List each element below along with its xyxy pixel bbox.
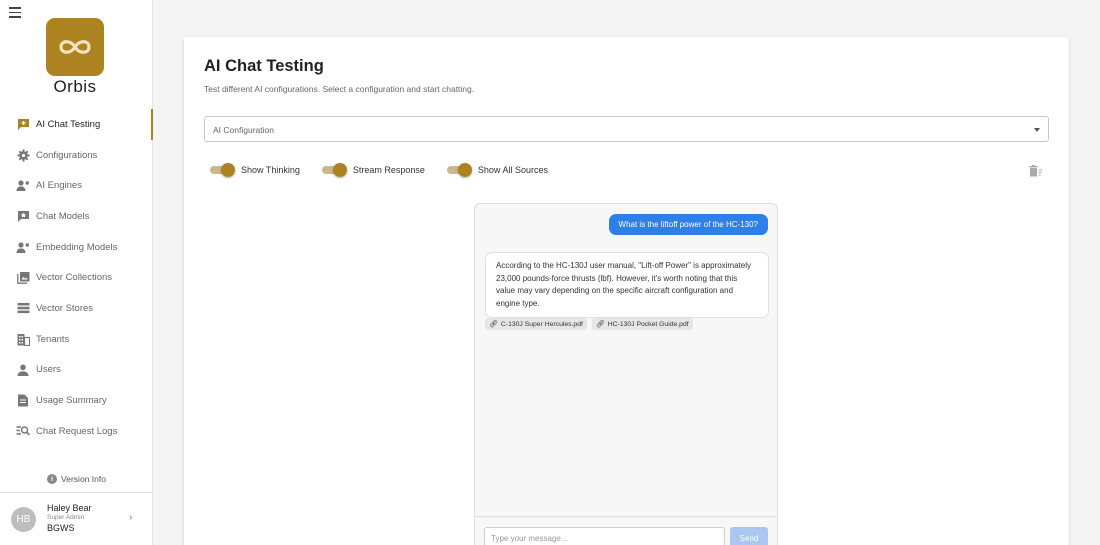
user-gear-icon [16, 240, 30, 254]
link-icon: 🔗︎ [489, 321, 498, 328]
show-thinking-toggle[interactable]: Show Thinking [210, 163, 300, 177]
user-org: BGWS [47, 523, 75, 533]
avatar: HB [11, 507, 36, 532]
sidebar-item-users[interactable]: Users [0, 355, 153, 386]
logo-name: Orbis [53, 77, 97, 96]
page-subtitle: Test different AI configurations. Select… [204, 84, 475, 94]
sidebar-item-label: Embedding Models [36, 241, 118, 253]
clear-chat-icon[interactable] [1029, 164, 1043, 177]
ai-configuration-select[interactable]: AI Configuration [204, 116, 1049, 142]
sidebar-item-configurations[interactable]: Configurations [0, 140, 153, 171]
sidebar-item-label: Chat Models [36, 210, 90, 222]
search-list-icon [16, 424, 30, 438]
sidebar-item-embedding-models[interactable]: Embedding Models [0, 232, 153, 263]
sidebar-item-label: Vector Collections [36, 272, 113, 284]
sidebar-item-label: Chat Request Logs [36, 425, 118, 437]
message-input[interactable] [484, 527, 725, 545]
page-title: AI Chat Testing [204, 57, 324, 75]
gear-icon [16, 148, 30, 162]
sidebar-item-vector-collections[interactable]: Vector Collections [0, 262, 153, 293]
toggle-switch[interactable] [446, 163, 472, 177]
select-label: AI Configuration [213, 125, 274, 135]
user-gear-icon [16, 179, 30, 193]
main-card: AI Chat Testing Test different AI config… [184, 37, 1069, 545]
chat-plus-icon [16, 117, 30, 131]
sidebar-item-label: AI Engines [36, 180, 82, 192]
sidebar-item-usage-summary[interactable]: Usage Summary [0, 385, 153, 416]
toggle-label: Show All Sources [477, 165, 548, 175]
user-profile[interactable]: HB Haley Bear Super Admin BGWS › [0, 492, 153, 545]
sidebar-item-label: Usage Summary [36, 395, 107, 407]
sidebar-item-ai-engines[interactable]: AI Engines [0, 170, 153, 201]
link-icon: 🔗︎ [595, 321, 605, 328]
toggle-switch[interactable] [210, 163, 235, 177]
user-name: Haley Bear [47, 503, 92, 513]
toggle-group: Show Thinking Stream Response Show All S… [210, 163, 570, 177]
logo-mark [46, 18, 104, 76]
source-chip[interactable]: 🔗︎ C-130J Super Hercules.pdf [485, 318, 587, 330]
version-info-label: Version Info [61, 474, 106, 484]
toggle-label: Show Thinking [241, 165, 300, 175]
chevron-right-icon: › [129, 512, 133, 523]
sidebar-item-chat-request-logs[interactable]: Chat Request Logs [0, 416, 153, 447]
version-info-link[interactable]: i Version Info [0, 474, 153, 484]
stream-response-toggle[interactable]: Stream Response [321, 163, 425, 177]
document-icon [16, 394, 30, 408]
sidebar-item-label: Vector Stores [36, 302, 94, 314]
building-icon [16, 332, 30, 346]
source-name: C-130J Super Hercules.pdf [500, 320, 583, 328]
person-icon [16, 363, 30, 377]
sidebar-item-label: Tenants [36, 333, 70, 345]
sidebar-item-chat-models[interactable]: Chat Models [0, 201, 153, 232]
chat-input-bar: Send [475, 516, 777, 545]
infinity-icon [59, 40, 91, 54]
dropdown-arrow-icon [1034, 128, 1040, 132]
chat-panel: What is the liftoff power of the HC-130?… [474, 203, 778, 545]
source-name: HC-130J Pocket Guide.pdf [607, 320, 689, 328]
info-icon: i [47, 474, 58, 484]
menu-icon[interactable] [9, 7, 21, 18]
toggle-switch[interactable] [321, 163, 347, 177]
assistant-message-bubble: According to the HC-130J user manual, "L… [485, 252, 769, 318]
user-message-bubble: What is the liftoff power of the HC-130? [608, 214, 768, 235]
sources-list: 🔗︎ C-130J Super Hercules.pdf 🔗︎ HC-130J … [485, 318, 698, 330]
chat-star-icon [16, 209, 30, 223]
sidebar: Orbis AI Chat Testing Configurations AI … [0, 0, 153, 545]
sidebar-item-ai-chat-testing[interactable]: AI Chat Testing [0, 109, 153, 140]
source-chip[interactable]: 🔗︎ HC-130J Pocket Guide.pdf [591, 318, 693, 330]
toggle-label: Stream Response [352, 165, 425, 175]
sidebar-nav: AI Chat Testing Configurations AI Engine… [0, 109, 153, 447]
user-role: Super Admin [47, 514, 85, 521]
send-button[interactable]: Send [730, 527, 768, 545]
sidebar-item-tenants[interactable]: Tenants [0, 324, 153, 355]
sidebar-item-label: Configurations [36, 149, 98, 161]
list-icon [16, 301, 30, 315]
sidebar-item-label: Users [36, 364, 61, 376]
sidebar-item-label: AI Chat Testing [36, 118, 101, 130]
sidebar-item-vector-stores[interactable]: Vector Stores [0, 293, 153, 324]
collections-icon [16, 271, 30, 285]
show-all-sources-toggle[interactable]: Show All Sources [446, 163, 548, 177]
